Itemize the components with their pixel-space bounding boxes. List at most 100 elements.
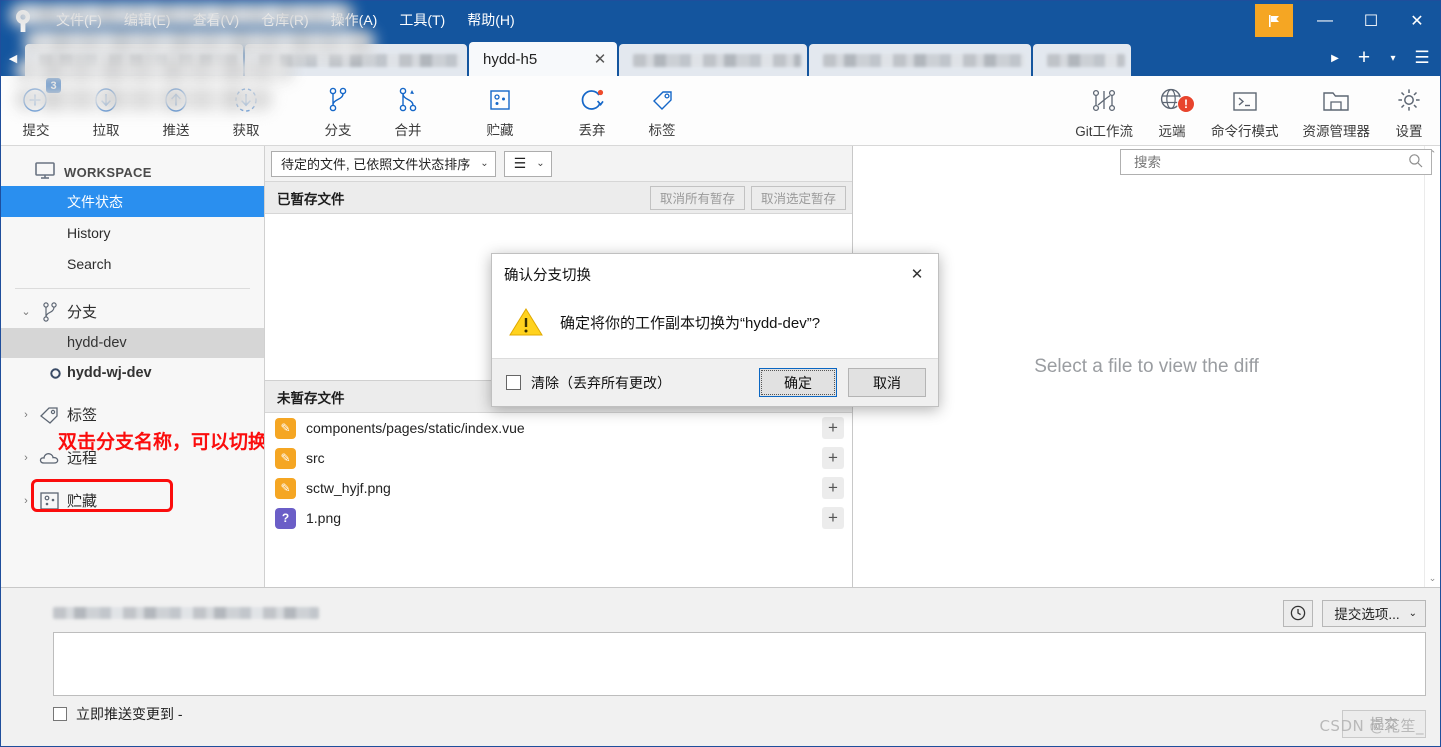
chevron-right-icon[interactable]: › <box>15 452 37 464</box>
unstage-all-button[interactable]: 取消所有暂存 <box>649 185 745 210</box>
commit-message-input[interactable] <box>53 632 1426 696</box>
file-list-item[interactable]: ✎ sctw_hyjf.png + <box>265 473 852 503</box>
commit-actions: 提交选项... ⌄ <box>1283 599 1426 627</box>
sidebar-branch-hydd-dev[interactable]: hydd-dev <box>1 328 264 358</box>
tab-scroll-right-button[interactable]: ▶ <box>1324 40 1346 76</box>
toolbar-stash-button[interactable]: 贮藏 <box>465 77 535 145</box>
dialog-title: 确认分支切换 <box>504 267 591 284</box>
stage-file-button[interactable]: + <box>822 507 844 529</box>
tab-item[interactable] <box>619 44 807 76</box>
tab-close-icon[interactable]: ✕ <box>589 50 611 68</box>
search-box[interactable] <box>1120 149 1432 175</box>
explorer-folder-icon <box>1320 83 1352 115</box>
commit-history-clock-button[interactable] <box>1283 599 1314 627</box>
unstage-selected-button[interactable]: 取消选定暂存 <box>750 185 846 210</box>
tab-item[interactable] <box>25 44 243 76</box>
menu-item-actions[interactable]: 操作(A) <box>320 1 389 40</box>
toolbar-merge-button[interactable]: 合并 <box>373 77 443 145</box>
tab-label-blurred <box>1047 53 1125 67</box>
file-filter-dropdown[interactable]: 待定的文件, 已依照文件状态排序 ⌄ <box>271 150 496 177</box>
menu-item-file[interactable]: 文件(F) <box>45 1 113 40</box>
stage-file-button[interactable]: + <box>822 477 844 499</box>
tab-label-blurred <box>823 53 1025 67</box>
tab-item[interactable] <box>1033 44 1131 76</box>
toolbar-remote-button[interactable]: ! 远端 <box>1145 77 1199 145</box>
close-button[interactable]: ✕ <box>1394 1 1440 40</box>
toolbar-terminal-button[interactable]: 命令行模式 <box>1199 77 1291 145</box>
sidebar-divider <box>15 288 250 289</box>
sidebar-item-history[interactable]: History <box>1 217 264 248</box>
remote-alert-badge: ! <box>1177 94 1195 113</box>
search-input[interactable] <box>1132 153 1408 171</box>
menu-item-view[interactable]: 查看(V) <box>182 1 251 40</box>
dialog-close-icon[interactable]: ✕ <box>896 256 938 292</box>
commit-options-dropdown[interactable]: 提交选项... ⌄ <box>1322 599 1426 627</box>
flag-icon <box>1269 14 1279 27</box>
file-list-item[interactable]: ✎ src + <box>265 443 852 473</box>
tab-item[interactable] <box>809 44 1031 76</box>
toolbar-commit-button[interactable]: 3 提交 <box>1 77 71 145</box>
discard-changes-label: 清除（丢弃所有更改） <box>531 374 671 391</box>
tab-scroll-left-button[interactable]: ◀ <box>1 40 25 76</box>
sidebar-item-file-status[interactable]: 文件状态 <box>1 186 264 217</box>
new-tab-button[interactable]: + <box>1346 40 1382 76</box>
flag-button[interactable] <box>1255 4 1293 37</box>
toolbar-branch-button[interactable]: 分支 <box>303 77 373 145</box>
toolbar-pull-button[interactable]: 拉取 <box>71 77 141 145</box>
toolbar-push-button[interactable]: 推送 <box>141 77 211 145</box>
app-logo <box>1 1 45 40</box>
sidebar-branch-hydd-wj-dev[interactable]: hydd-wj-dev <box>1 358 264 388</box>
discard-changes-checkbox[interactable] <box>506 375 521 390</box>
dialog-cancel-button[interactable]: 取消 <box>848 368 926 397</box>
minimize-button[interactable]: — <box>1302 1 1348 40</box>
file-list-item[interactable]: ? 1.png + <box>265 503 852 533</box>
tag-icon <box>647 82 677 114</box>
stage-file-button[interactable]: + <box>822 447 844 469</box>
sidebar-group-branches[interactable]: ⌄ 分支 <box>1 295 264 328</box>
toolbar-gitflow-button[interactable]: Git工作流 <box>1063 77 1145 145</box>
toolbar-tag-button[interactable]: 标签 <box>627 77 697 145</box>
toolbar-label: 提交 <box>22 123 50 138</box>
maximize-button[interactable]: ☐ <box>1348 1 1394 40</box>
commit-button[interactable]: 提交 <box>1342 710 1426 738</box>
view-mode-dropdown[interactable]: ☰ ⌄ <box>503 150 552 177</box>
search-icon[interactable] <box>1408 153 1423 171</box>
push-now-checkbox[interactable] <box>53 707 67 721</box>
diff-scrollbar[interactable]: ⌃ ⌄ <box>1424 146 1440 587</box>
file-name: 1.png <box>306 510 342 526</box>
toolbar-fetch-button[interactable]: 获取 <box>211 77 281 145</box>
toolbar-settings-button[interactable]: 设置 <box>1382 77 1436 145</box>
menu-item-repository[interactable]: 仓库(R) <box>250 1 319 40</box>
unstaged-file-list[interactable]: ✎ components/pages/static/index.vue + ✎ … <box>9 3 852 587</box>
terminal-icon <box>1229 83 1261 115</box>
toolbar-explorer-button[interactable]: 资源管理器 <box>1291 77 1383 145</box>
sidebar-group-stashes[interactable]: › 贮藏 <box>1 484 264 517</box>
gear-icon <box>1394 83 1424 115</box>
tab-bar: ◀ hydd-h5 ✕ ▶ + ▾ ☰ <box>1 40 1440 76</box>
sidebar-group-remotes[interactable]: › 远程 <box>1 441 264 474</box>
chevron-down-icon[interactable]: ⌄ <box>15 305 37 318</box>
stage-file-button[interactable]: + <box>822 417 844 439</box>
hamburger-menu-icon[interactable]: ☰ <box>1404 40 1440 76</box>
sidebar: WORKSPACE 文件状态 History Search ⌄ 分支 hydd-… <box>1 146 265 587</box>
menu-item-help[interactable]: 帮助(H) <box>456 1 525 40</box>
chevron-right-icon[interactable]: › <box>15 409 37 421</box>
chevron-right-icon[interactable]: › <box>15 495 37 507</box>
sidebar-group-tags[interactable]: › 标签 <box>1 398 264 431</box>
tab-item[interactable] <box>245 44 467 76</box>
toolbar-discard-button[interactable]: 丢弃 <box>557 77 627 145</box>
commit-bar: 提交选项... ⌄ 立即推送变更到 - 提交 CSDN @花笙_ <box>1 587 1440 746</box>
scroll-down-icon[interactable]: ⌄ <box>1429 573 1437 584</box>
sidebar-item-search[interactable]: Search <box>1 248 264 279</box>
tab-list-dropdown-icon[interactable]: ▾ <box>1382 40 1404 76</box>
pull-down-arrow-icon <box>91 82 121 114</box>
tab-item-active[interactable]: hydd-h5 ✕ <box>469 42 617 76</box>
file-list-item[interactable]: ✎ components/pages/static/index.vue + <box>265 413 852 443</box>
menu-item-tools[interactable]: 工具(T) <box>388 1 456 40</box>
file-name: components/pages/static/index.vue <box>306 420 525 436</box>
dialog-discard-option[interactable]: 清除（丢弃所有更改） <box>506 373 671 393</box>
menu-item-edit[interactable]: 编辑(E) <box>113 1 182 40</box>
main-toolbar: 3 提交 拉取 推送 获取 分支 合并 贮藏 丢弃 标签 Git工作流 ! 远端… <box>1 76 1440 146</box>
dialog-ok-button[interactable]: 确定 <box>759 368 837 397</box>
toolbar-label: 推送 <box>162 123 190 138</box>
